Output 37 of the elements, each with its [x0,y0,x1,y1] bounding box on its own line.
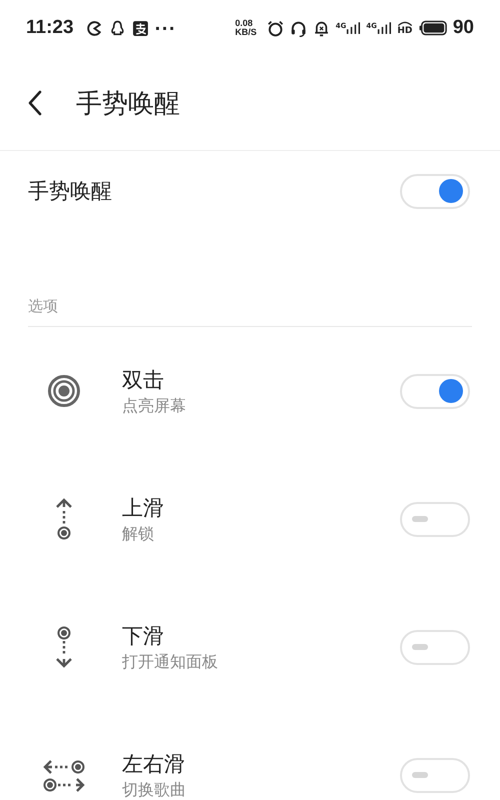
net-speed-unit: KB/S [235,28,257,37]
swipe-sideways-icon [42,758,86,792]
hd-voice-label: HD [397,26,412,36]
penguin-icon [108,20,126,36]
pacman-icon [86,20,103,36]
battery-icon [418,20,447,36]
gesture-description: 点亮屏幕 [122,396,187,416]
bell-muted-icon [312,20,330,36]
alarm-clock-icon [266,20,284,36]
swipe-up-icon [54,497,74,541]
toggle-switch[interactable] [400,758,470,792]
wifi-arc-icon [396,20,413,26]
swipe-down-icon [54,625,74,669]
gesture-description: 打开通知面板 [122,652,219,672]
signal-icon [376,22,391,34]
setting-label: 手势唤醒 [28,178,112,205]
gesture-description: 切换歌曲 [122,780,187,800]
net-speed-value: 0.08 [235,19,254,28]
toggle-switch[interactable] [400,502,470,536]
signal-icon [346,22,360,34]
gesture-title: 上滑 [122,494,165,522]
gesture-title: 下滑 [122,622,165,650]
section-header: 选项 [28,297,472,327]
gesture-title: 双击 [122,366,165,394]
toggle-switch[interactable] [400,374,470,408]
gesture-description: 解锁 [122,524,155,544]
more-notifications: ··· [154,18,176,38]
page-title: 手势唤醒 [76,88,180,120]
toggle-switch[interactable] [400,630,470,664]
battery-level: 90 [452,17,474,39]
back-button[interactable] [28,90,42,116]
payment-app-icon [132,20,149,36]
target-icon [47,374,81,408]
headphones-icon [290,20,307,36]
status-time: 11:23 [26,17,74,39]
gesture-title: 左右滑 [122,750,186,778]
toggle-switch[interactable] [400,174,470,208]
